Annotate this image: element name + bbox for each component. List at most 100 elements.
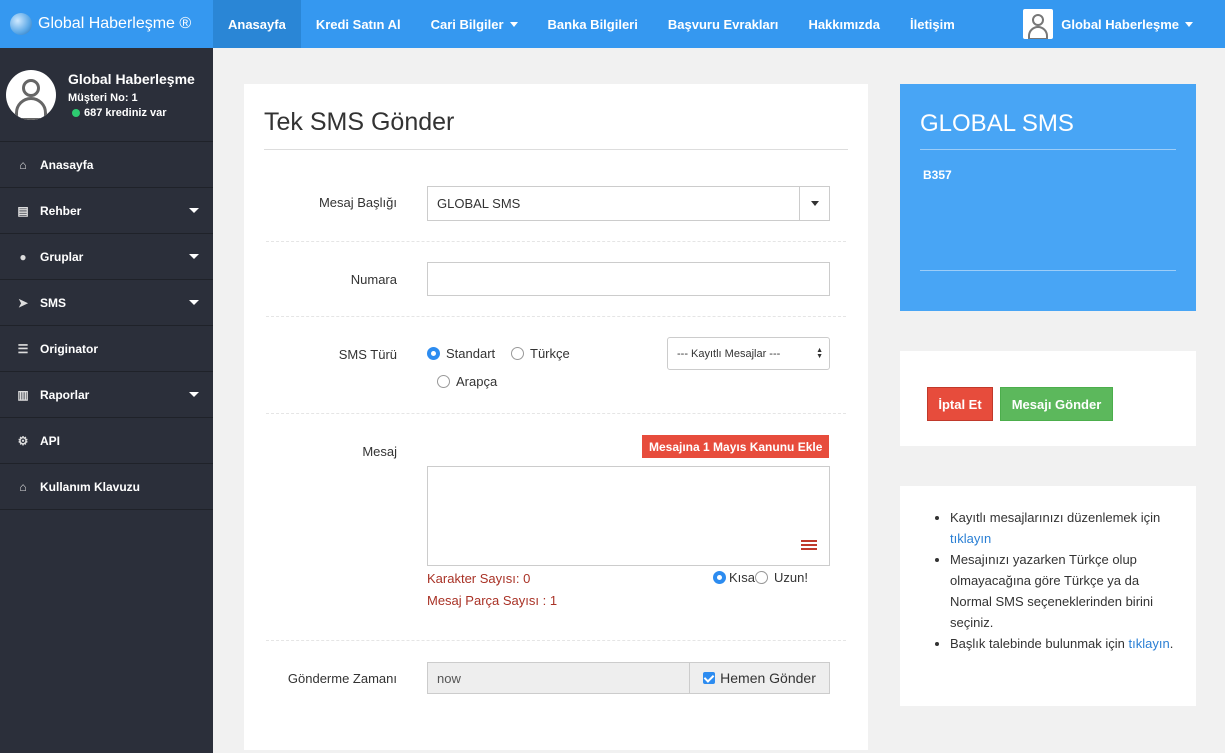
main-nav: Anasayfa Kredi Satın Al Cari Bilgiler Ba… bbox=[213, 0, 970, 48]
nav-banka-bilgileri[interactable]: Banka Bilgileri bbox=[533, 0, 653, 48]
nav-cari-bilgiler[interactable]: Cari Bilgiler bbox=[416, 0, 533, 48]
summary-code: B357 bbox=[923, 168, 952, 182]
send-sms-form: Tek SMS Gönder Mesaj Başlığı GLOBAL SMS … bbox=[244, 84, 868, 750]
row-divider bbox=[266, 241, 846, 242]
nav-hakkimizda[interactable]: Hakkımızda bbox=[793, 0, 895, 48]
profile-name: Global Haberleşme bbox=[68, 70, 195, 87]
sidebar-item-kullanim-klavuzu[interactable]: ⌂ Kullanım Klavuzu bbox=[0, 464, 213, 510]
actions-card: İptal Et Mesajı Gönder bbox=[900, 351, 1196, 446]
credit-status: 687 krediniz var bbox=[68, 107, 195, 119]
radio-uzun[interactable] bbox=[755, 571, 769, 584]
send-now-checkbox[interactable]: Hemen Gönder bbox=[689, 663, 829, 693]
credit-count: 687 krediniz var bbox=[84, 106, 167, 119]
schedule-label: Gönderme Zamanı bbox=[287, 671, 397, 686]
radio-standart[interactable]: Standart bbox=[427, 346, 495, 361]
sidebar-item-label: Kullanım Klavuzu bbox=[40, 479, 141, 494]
sidebar-item-label: Gruplar bbox=[40, 249, 84, 264]
row-divider bbox=[266, 413, 846, 414]
radio-label: Arapça bbox=[456, 374, 498, 389]
home-icon: ⌂ bbox=[19, 157, 27, 172]
header-request-link[interactable]: tıklayın bbox=[1129, 636, 1170, 651]
radio-unchecked-icon bbox=[511, 347, 524, 360]
nav-label: Cari Bilgiler bbox=[430, 16, 504, 32]
radio-turkce[interactable]: Türkçe bbox=[511, 346, 570, 361]
schedule-input[interactable]: now bbox=[428, 663, 689, 693]
message-textarea[interactable] bbox=[427, 466, 830, 566]
radio-unchecked-icon bbox=[437, 375, 450, 388]
radio-label: Standart bbox=[446, 346, 496, 361]
char-count: Karakter Sayısı: 0 bbox=[427, 571, 531, 586]
sidebar-item-label: Anasayfa bbox=[40, 157, 94, 172]
radio-arapca[interactable]: Arapça bbox=[437, 374, 497, 389]
customer-number: Müşteri No: 1 bbox=[68, 91, 138, 104]
summary-title: GLOBAL SMS bbox=[920, 110, 1074, 137]
radio-label: Türkçe bbox=[530, 346, 570, 361]
saved-messages-value: --- Kayıtlı Mesajlar --- bbox=[677, 347, 781, 360]
nav-basvuru-evraklari[interactable]: Başvuru Evrakları bbox=[653, 0, 794, 48]
radio-kisa[interactable] bbox=[713, 571, 726, 584]
checkbox-checked-icon bbox=[703, 672, 716, 684]
sidebar-item-raporlar[interactable]: ▥ Raporlar bbox=[0, 372, 213, 418]
info-card: Kayıtlı mesajlarınızı düzenlemek için tı… bbox=[900, 486, 1196, 706]
list-item: Kayıtlı mesajlarınızı düzenlemek için tı… bbox=[950, 507, 1175, 549]
users-icon: ● bbox=[19, 249, 27, 264]
sidebar-item-gruplar[interactable]: ● Gruplar bbox=[0, 234, 213, 280]
sidebar-item-label: Rehber bbox=[40, 203, 82, 218]
nav-label: Anasayfa bbox=[228, 16, 286, 32]
part-count: Mesaj Parça Sayısı : 1 bbox=[427, 593, 558, 608]
caret-down-icon bbox=[509, 21, 518, 27]
number-label: Numara bbox=[350, 272, 397, 287]
info-list: Kayıtlı mesajlarınızı düzenlemek için tı… bbox=[950, 507, 1175, 654]
user-name: Global Haberleşme bbox=[1061, 16, 1179, 32]
updown-arrows-icon: ▲ ▼ bbox=[816, 347, 823, 360]
nav-kredi-satin-al[interactable]: Kredi Satın Al bbox=[301, 0, 416, 48]
info-text: Başlık talebinde bulunmak için bbox=[950, 636, 1125, 651]
paper-plane-icon: ➤ bbox=[17, 295, 29, 310]
send-message-button[interactable]: Mesajı Gönder bbox=[1000, 387, 1113, 421]
saved-messages-select[interactable]: --- Kayıtlı Mesajlar --- ▲ ▼ bbox=[667, 337, 830, 370]
sidebar-item-label: SMS bbox=[40, 295, 67, 310]
book-icon: ▤ bbox=[17, 203, 29, 218]
header-select[interactable]: GLOBAL SMS bbox=[427, 186, 830, 221]
edit-saved-messages-link[interactable]: tıklayın bbox=[950, 531, 991, 546]
list-icon: ☰ bbox=[17, 341, 29, 356]
radio-checked-icon bbox=[427, 347, 440, 360]
cancel-button[interactable]: İptal Et bbox=[927, 387, 993, 421]
online-dot-icon bbox=[72, 108, 80, 117]
summary-divider bbox=[920, 270, 1176, 271]
nav-label: Hakkımızda bbox=[808, 16, 880, 32]
caret-down-icon bbox=[189, 254, 199, 259]
sidebar-item-rehber[interactable]: ▤ Rehber bbox=[0, 188, 213, 234]
send-now-label: Hemen Gönder bbox=[720, 670, 816, 686]
title-divider bbox=[264, 149, 848, 150]
message-label: Mesaj bbox=[362, 444, 397, 459]
nav-anasayfa[interactable]: Anasayfa bbox=[213, 0, 301, 48]
gear-icon: ⚙ bbox=[17, 433, 29, 448]
radio-label: Uzun! bbox=[774, 570, 808, 585]
nav-label: İletişim bbox=[909, 16, 955, 32]
sidebar-item-label: API bbox=[40, 433, 61, 448]
sidebar-item-anasayfa[interactable]: ⌂ Anasayfa bbox=[0, 142, 213, 188]
user-avatar-icon bbox=[1023, 9, 1054, 39]
header-label: Mesaj Başlığı bbox=[318, 195, 397, 210]
sidebar-item-sms[interactable]: ➤ SMS bbox=[0, 280, 213, 326]
sidebar-item-originator[interactable]: ☰ Originator bbox=[0, 326, 213, 372]
list-item: Mesajınızı yazarken Türkçe olup olmayaca… bbox=[950, 549, 1175, 633]
sms-summary-card: GLOBAL SMS B357 bbox=[900, 84, 1196, 311]
message-length-options: Kısa Uzun! bbox=[713, 570, 808, 585]
number-input[interactable] bbox=[427, 262, 830, 296]
header-select-value: GLOBAL SMS bbox=[437, 196, 521, 211]
caret-down-icon bbox=[189, 300, 199, 305]
nav-label: Banka Bilgileri bbox=[547, 16, 638, 32]
sidebar-item-api[interactable]: ⚙ API bbox=[0, 418, 213, 464]
brand-link[interactable]: Global Haberleşme ® bbox=[0, 0, 213, 48]
info-text: Mesajınızı yazarken Türkçe olup olmayaca… bbox=[950, 552, 1154, 630]
lines-icon bbox=[801, 540, 817, 552]
chevron-down-icon bbox=[799, 187, 829, 220]
nav-iletisim[interactable]: İletişim bbox=[895, 0, 970, 48]
info-suffix: . bbox=[1169, 636, 1174, 651]
add-may-day-law-button[interactable]: Mesajına 1 Mayıs Kanunu Ekle bbox=[642, 435, 830, 458]
schedule-field: now Hemen Gönder bbox=[427, 662, 830, 694]
sidebar-profile: Global Haberleşme Müşteri No: 1 687 kred… bbox=[0, 48, 213, 142]
user-menu[interactable]: Global Haberleşme bbox=[1023, 0, 1193, 48]
